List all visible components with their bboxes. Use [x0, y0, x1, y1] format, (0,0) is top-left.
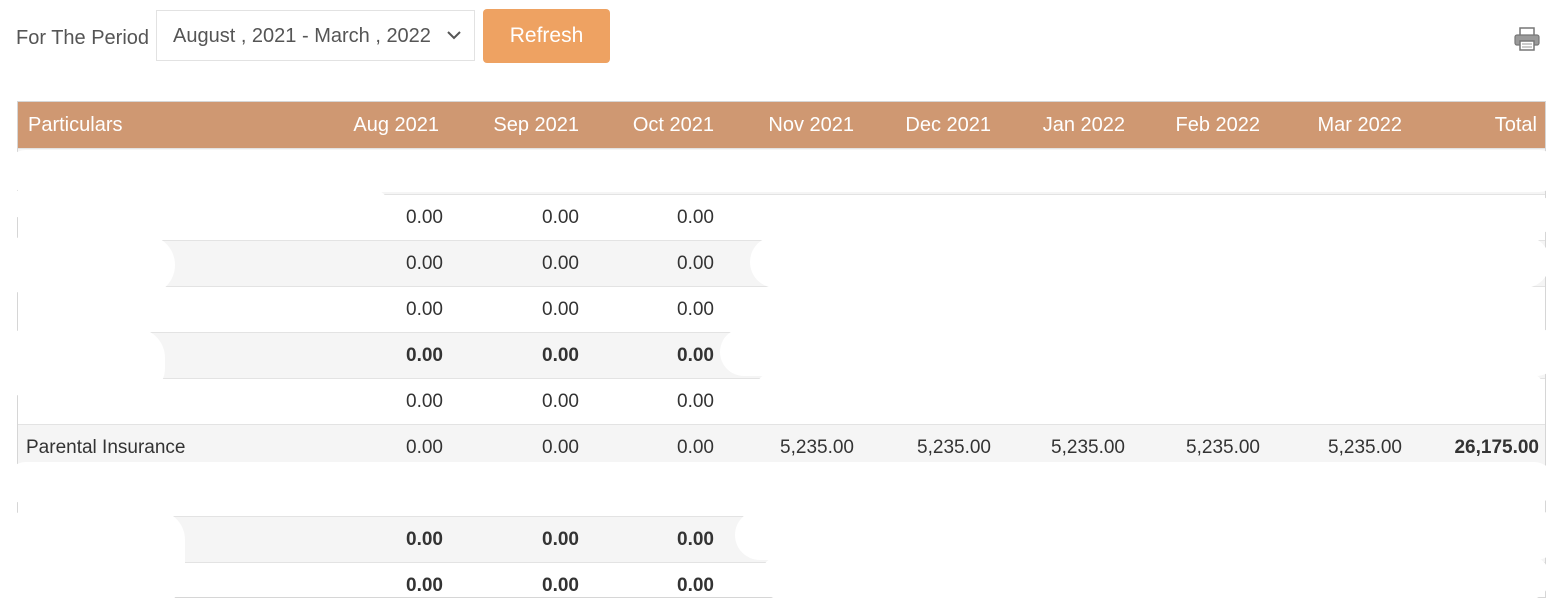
column-header[interactable]: Particulars: [18, 114, 318, 137]
column-header[interactable]: Aug 2021: [318, 114, 443, 137]
redaction-mark: [0, 235, 175, 295]
row-amount-cell: 0.00: [542, 574, 579, 596]
row-amount-cell: 0.00: [406, 252, 443, 274]
row-amount-cell: 0.00: [542, 390, 579, 412]
row-amount-cell: 0.00: [542, 298, 579, 320]
column-header[interactable]: Feb 2022: [1125, 114, 1260, 137]
period-select-value: August , 2021 - March , 2022: [173, 25, 431, 47]
row-amount-cell: 5,235.00: [780, 436, 854, 458]
row-amount-cell: 0.00: [677, 298, 714, 320]
chevron-down-icon: [447, 31, 461, 40]
row-amount-cell: 26,175.00: [1454, 436, 1539, 458]
redaction-mark: [5, 462, 1555, 504]
row-amount-cell: 0.00: [542, 252, 579, 274]
row-amount-cell: 5,235.00: [1051, 436, 1125, 458]
row-amount-cell: 0.00: [542, 436, 579, 458]
row-amount-cell: 0.00: [677, 206, 714, 228]
redaction-mark: [8, 190, 388, 218]
redaction-mark: [0, 510, 185, 605]
row-amount-cell: 0.00: [406, 436, 443, 458]
row-amount-cell: 0.00: [677, 574, 714, 596]
row-amount-cell: 0.00: [677, 528, 714, 550]
row-amount-cell: 0.00: [542, 206, 579, 228]
redaction-mark: [740, 195, 1555, 235]
row-amount-cell: 5,235.00: [917, 436, 991, 458]
redaction-mark: [60, 290, 170, 320]
column-header[interactable]: Oct 2021: [579, 114, 714, 137]
period-select[interactable]: August , 2021 - March , 2022: [156, 10, 475, 61]
row-particulars-cell: Parental Insurance: [26, 436, 186, 458]
period-label: For The Period: [16, 27, 150, 49]
row-amount-cell: 0.00: [406, 298, 443, 320]
column-header[interactable]: Dec 2021: [854, 114, 991, 137]
row-amount-cell: 0.00: [406, 528, 443, 550]
row-amount-cell: 0.00: [677, 252, 714, 274]
redaction-mark: [735, 510, 1560, 560]
row-amount-cell: 5,235.00: [1328, 436, 1402, 458]
row-amount-cell: 0.00: [406, 344, 443, 366]
redaction-mark: [0, 328, 165, 398]
row-amount-cell: 0.00: [542, 344, 579, 366]
row-amount-cell: 0.00: [677, 390, 714, 412]
column-header[interactable]: Mar 2022: [1260, 114, 1403, 137]
row-amount-cell: 5,235.00: [1186, 436, 1260, 458]
report-toolbar: For The Period August , 2021 - March , 2…: [0, 0, 1561, 80]
row-amount-cell: 0.00: [677, 344, 714, 366]
row-amount-cell: 0.00: [406, 390, 443, 412]
redaction-mark: [745, 290, 1535, 330]
redaction-mark: [755, 372, 1545, 410]
printer-icon[interactable]: [1513, 27, 1541, 51]
table-header: Particulars Aug 2021 Sep 2021 Oct 2021 N…: [18, 102, 1545, 148]
redaction-mark: [750, 236, 1550, 288]
redaction-mark: [720, 328, 1560, 376]
row-amount-cell: 0.00: [542, 528, 579, 550]
column-header[interactable]: Nov 2021: [714, 114, 854, 137]
redaction-mark: [5, 150, 1560, 192]
column-header[interactable]: Sep 2021: [443, 114, 579, 137]
row-amount-cell: 0.00: [677, 436, 714, 458]
refresh-button[interactable]: Refresh: [483, 9, 610, 63]
column-header[interactable]: Total: [1402, 114, 1545, 137]
row-amount-cell: 0.00: [406, 574, 443, 596]
redaction-mark: [760, 555, 1550, 600]
column-header[interactable]: Jan 2022: [991, 114, 1125, 137]
